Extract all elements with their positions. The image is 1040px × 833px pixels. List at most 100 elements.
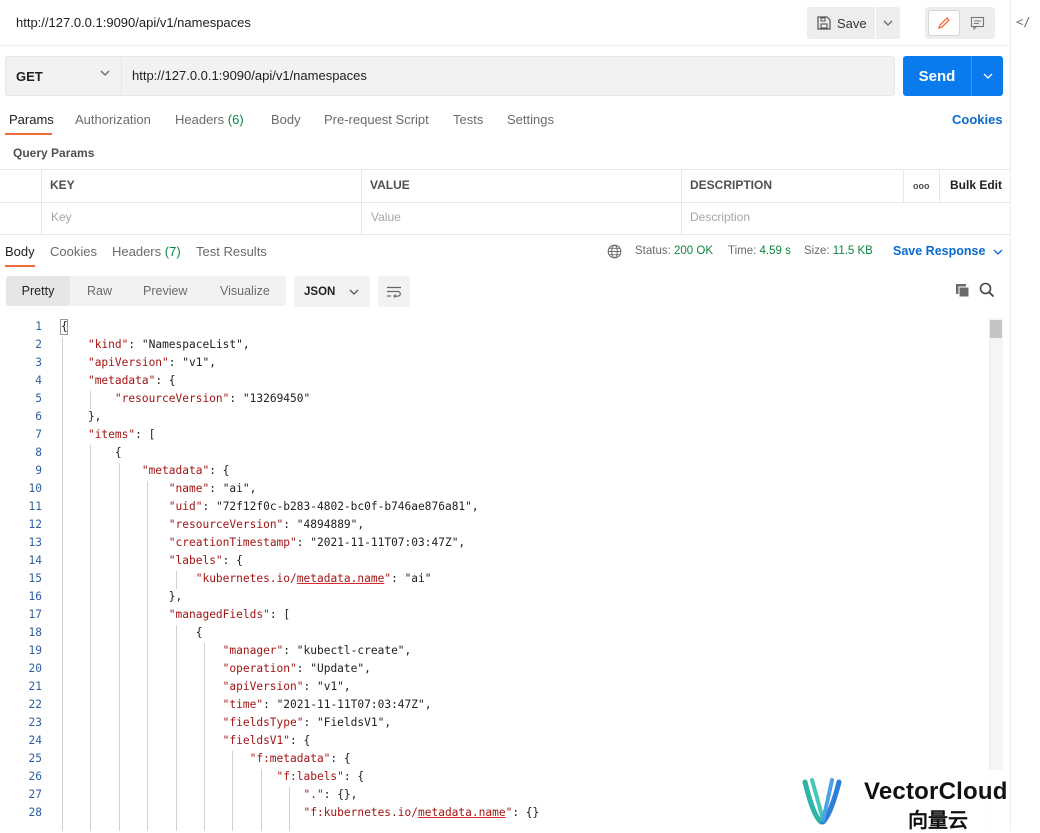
indent-guide xyxy=(175,625,177,831)
url-input[interactable]: http://127.0.0.1:9090/api/v1/namespaces xyxy=(132,68,367,83)
tab-response-body[interactable]: Body xyxy=(5,244,35,259)
response-body-viewer[interactable]: 1 {2 "kind": "NamespaceList", 3 "apiVersio… xyxy=(0,318,1004,831)
indent-guide xyxy=(90,445,92,831)
code-line: "apiVersion": "v1", xyxy=(222,680,351,693)
tab-body[interactable]: Body xyxy=(271,112,301,127)
line-number: 13 xyxy=(28,536,42,549)
line-number: 22 xyxy=(28,698,42,711)
line-number: 5 xyxy=(35,392,42,405)
pretty-view-button[interactable]: Pretty xyxy=(6,276,70,306)
description-input[interactable]: Description xyxy=(690,210,750,224)
column-divider xyxy=(361,170,362,234)
code-line: "metadata": { xyxy=(87,374,176,387)
code-line: }, xyxy=(61,410,102,423)
wrap-lines-button[interactable] xyxy=(378,276,410,307)
line-number: 24 xyxy=(28,734,42,747)
indent-guide xyxy=(289,787,291,831)
value-input[interactable]: Value xyxy=(371,210,401,224)
bulk-edit-button[interactable]: Bulk Edit xyxy=(950,178,1002,192)
save-options-button[interactable] xyxy=(876,7,900,39)
key-input[interactable]: Key xyxy=(51,210,72,224)
request-title[interactable]: http://127.0.0.1:9090/api/v1/namespaces xyxy=(16,15,251,30)
code-line: "kubernetes.io/metadata.name": "ai" xyxy=(195,572,432,585)
tab-response-headers-label: Headers xyxy=(112,244,162,259)
code-line: "resourceVersion": "4894889", xyxy=(168,518,365,531)
line-number: 25 xyxy=(28,752,42,765)
scrollbar-thumb[interactable] xyxy=(990,320,1002,338)
line-number: 16 xyxy=(28,590,42,603)
indent-guide xyxy=(175,571,177,589)
comment-icon xyxy=(970,16,984,30)
active-tab-indicator xyxy=(5,265,35,267)
query-params-title: Query Params xyxy=(13,146,95,160)
right-sidebar xyxy=(1010,0,1040,831)
column-divider xyxy=(939,170,940,202)
column-description: DESCRIPTION xyxy=(690,178,773,192)
url-bar: GET http://127.0.0.1:9090/api/v1/namespa… xyxy=(5,56,895,96)
tab-headers[interactable]: Headers (6) xyxy=(175,112,244,127)
status-indicator[interactable]: Status: 200 OK xyxy=(635,245,713,257)
line-number: 19 xyxy=(28,644,42,657)
chevron-down-icon xyxy=(883,20,893,26)
preview-view-button[interactable]: Preview xyxy=(143,276,187,306)
column-divider xyxy=(681,170,682,234)
method-value: GET xyxy=(16,68,43,84)
line-number: 17 xyxy=(28,608,42,621)
watermark-subtitle: 向量云 xyxy=(908,808,968,832)
code-line: "fieldsType": "FieldsV1", xyxy=(222,716,392,729)
code-icon[interactable]: </ xyxy=(1016,15,1030,29)
globe-icon[interactable] xyxy=(607,244,622,259)
tab-authorization[interactable]: Authorization xyxy=(75,112,151,127)
indent-guide xyxy=(118,463,120,831)
code-line: "kind": "NamespaceList", xyxy=(87,338,250,351)
size-label: Size: xyxy=(804,245,830,257)
code-line: "f:metadata": { xyxy=(249,752,351,765)
code-line: "f:kubernetes.io/metadata.name": {} xyxy=(303,806,540,819)
scrollbar[interactable] xyxy=(989,318,1003,831)
chevron-down-icon xyxy=(349,289,359,295)
line-number: 3 xyxy=(35,356,42,369)
size-indicator[interactable]: Size: 11.5 KB xyxy=(804,245,873,257)
method-select[interactable]: GET xyxy=(6,57,122,95)
edit-mode-button[interactable] xyxy=(928,10,960,36)
tab-pre-request-script[interactable]: Pre-request Script xyxy=(324,112,429,127)
time-indicator[interactable]: Time: 4.59 s xyxy=(728,245,791,257)
tab-test-results[interactable]: Test Results xyxy=(196,244,267,259)
indent-guide xyxy=(232,751,234,831)
tab-response-cookies[interactable]: Cookies xyxy=(50,244,97,259)
line-number: 1 xyxy=(35,320,42,333)
line-number: 7 xyxy=(35,428,42,441)
code-line: "uid": "72f12f0c-b283-4802-bc0f-b746ae87… xyxy=(168,500,479,513)
indent-guide xyxy=(204,643,205,831)
tab-settings[interactable]: Settings xyxy=(507,112,554,127)
save-button[interactable]: Save xyxy=(807,7,875,39)
save-response-label: Save Response xyxy=(893,244,986,258)
indent-guide xyxy=(147,481,149,831)
active-tab-indicator xyxy=(5,133,52,135)
line-number: 12 xyxy=(28,518,42,531)
table-divider xyxy=(0,202,1010,203)
comments-button[interactable] xyxy=(962,10,992,36)
raw-view-button[interactable]: Raw xyxy=(87,276,112,306)
line-number: 21 xyxy=(28,680,42,693)
bracket-match-highlight xyxy=(60,319,68,335)
code-line: "resourceVersion": "13269450" xyxy=(114,392,311,405)
tab-response-headers[interactable]: Headers (7) xyxy=(112,244,181,259)
wrap-icon xyxy=(387,286,401,298)
send-button[interactable]: Send xyxy=(903,56,971,96)
copy-icon[interactable] xyxy=(955,283,970,298)
pencil-icon xyxy=(937,17,950,30)
format-select[interactable]: JSON xyxy=(294,276,370,307)
line-number: 20 xyxy=(28,662,42,675)
search-icon[interactable] xyxy=(979,282,995,298)
line-number: 8 xyxy=(35,446,42,459)
code-line: "creationTimestamp": "2021-11-11T07:03:4… xyxy=(168,536,466,549)
send-options-button[interactable] xyxy=(971,56,1003,96)
chevron-down-icon xyxy=(993,249,1003,255)
tab-tests[interactable]: Tests xyxy=(453,112,483,127)
more-options-icon[interactable]: ooo xyxy=(913,181,930,191)
visualize-view-button[interactable]: Visualize xyxy=(220,276,270,306)
cookies-link[interactable]: Cookies xyxy=(952,112,1003,127)
save-response-button[interactable]: Save Response xyxy=(893,244,1003,258)
tab-params[interactable]: Params xyxy=(9,112,54,127)
